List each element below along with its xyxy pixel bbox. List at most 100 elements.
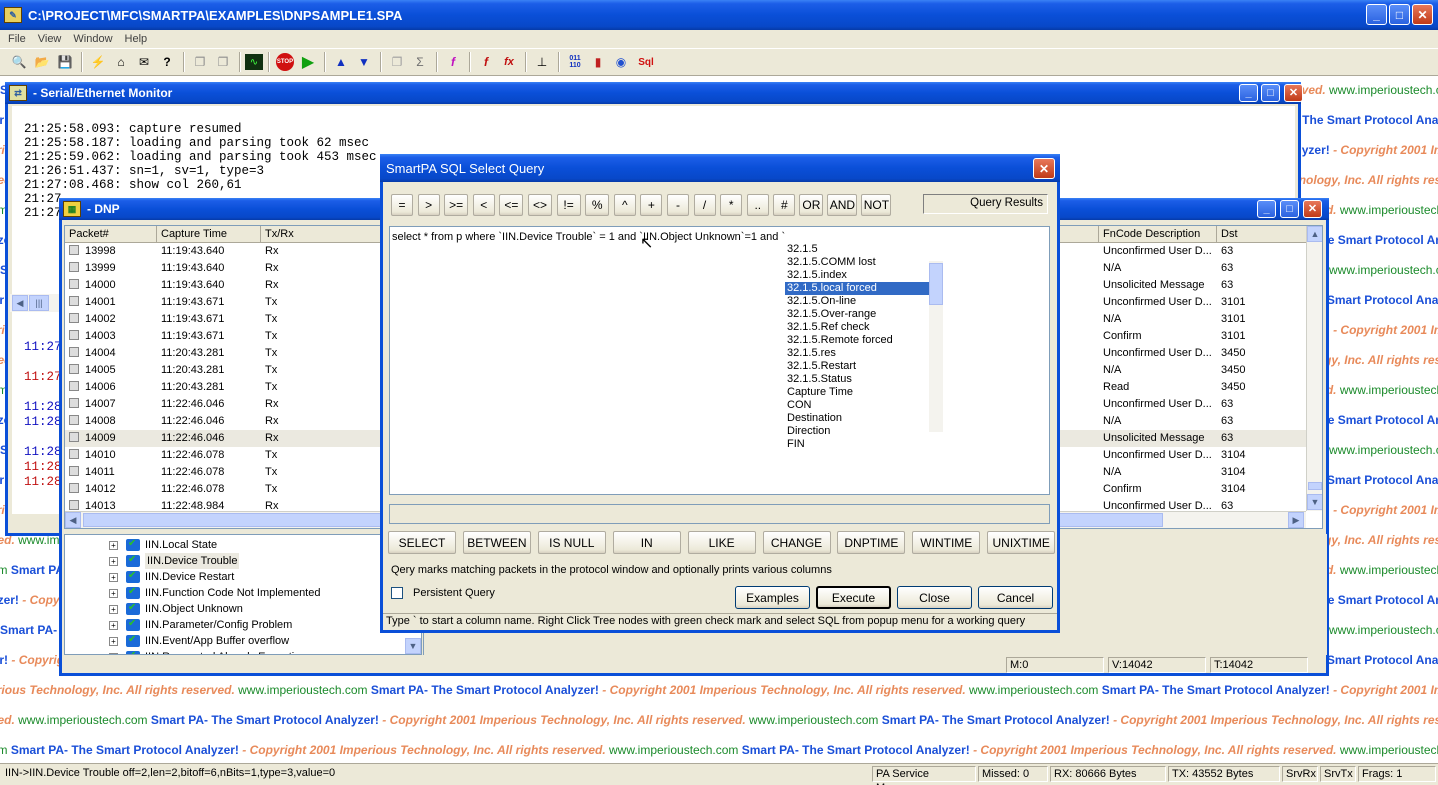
close-icon[interactable]: ✕ (1303, 200, 1322, 218)
eye-icon[interactable]: ◉ (610, 51, 632, 73)
open-folder-icon[interactable]: 📂 (31, 51, 53, 73)
keyword-button[interactable]: IN (612, 531, 681, 554)
maximize-icon[interactable]: □ (1261, 84, 1280, 102)
operator-button[interactable]: <= (499, 194, 524, 216)
tree-item[interactable]: + IIN.Parameter/Config Problem (65, 616, 421, 633)
stop-icon[interactable]: STOP (274, 51, 296, 73)
autocomplete-item[interactable]: 32.1.5.Restart (785, 360, 943, 373)
save-icon[interactable]: 💾 (54, 51, 76, 73)
app-title-bar[interactable]: ✎ C:\PROJECT\MFC\SMARTPA\EXAMPLES\DNPSAM… (0, 0, 1438, 30)
paste-window-icon[interactable]: ❐ (212, 51, 234, 73)
operator-button[interactable]: / (693, 194, 716, 216)
autocomplete-item[interactable]: CON (785, 399, 943, 412)
keyword-button[interactable]: DNPTIME (837, 531, 906, 554)
waveform-icon[interactable]: ∿ (245, 54, 263, 70)
autocomplete-item[interactable]: 32.1.5.Status (785, 373, 943, 386)
menu-file[interactable]: File (8, 33, 26, 45)
expand-icon[interactable]: + (109, 636, 118, 646)
menu-window[interactable]: Window (73, 33, 112, 45)
dialog-close-icon[interactable]: ✕ (1033, 158, 1055, 179)
sum-icon[interactable]: Σ (409, 51, 431, 73)
binary-icon[interactable]: 011 110 (564, 51, 586, 73)
help-icon[interactable]: ? (156, 51, 178, 73)
function-f-icon[interactable]: f (475, 51, 497, 73)
sql-icon[interactable]: Sql (633, 51, 659, 73)
operator-button[interactable]: # (773, 194, 796, 216)
minimize-icon[interactable]: _ (1257, 200, 1276, 218)
play-icon[interactable]: ▶ (297, 51, 319, 73)
keyword-button[interactable]: IS NULL (537, 531, 606, 554)
keyword-button[interactable]: BETWEEN (462, 531, 531, 554)
tree-item[interactable]: + IIN.Object Unknown (65, 600, 421, 617)
operator-button[interactable]: = (391, 194, 413, 216)
menu-view[interactable]: View (38, 33, 62, 45)
autocomplete-item[interactable]: 32.1.5.COMM lost (785, 256, 943, 269)
keyword-button[interactable]: LIKE (687, 531, 756, 554)
cancel-button[interactable]: Cancel (978, 586, 1053, 609)
copy-window-icon[interactable]: ❐ (189, 51, 211, 73)
table-vscroll[interactable]: ▲ ▼ (1306, 226, 1322, 511)
keyword-button[interactable]: SELECT (388, 531, 456, 554)
operator-button[interactable]: ^ (613, 194, 636, 216)
operator-button[interactable]: .. (746, 194, 769, 216)
expand-icon[interactable]: + (109, 556, 118, 566)
examples-button[interactable]: Examples (735, 586, 810, 609)
dialog-title-bar[interactable]: SmartPA SQL Select Query ✕ (380, 154, 1060, 182)
autocomplete-item[interactable]: 32.1.5.local forced (785, 282, 943, 295)
scroll-left-icon[interactable]: ◀ (65, 512, 81, 528)
autocomplete-item[interactable]: 32.1.5.On-line (785, 295, 943, 308)
home-icon[interactable]: ⌂ (110, 51, 132, 73)
operator-button[interactable]: != (556, 194, 581, 216)
autocomplete-item[interactable]: Destination (785, 412, 943, 425)
persistent-query-option[interactable]: Persistent Query (391, 587, 495, 599)
autocomplete-item[interactable]: 32.1.5 (785, 243, 943, 256)
minimize-icon[interactable]: _ (1239, 84, 1258, 102)
col-fncode-header[interactable]: FnCode Description (1099, 226, 1217, 242)
query-editor[interactable]: select * from p where `IIN.Device Troubl… (389, 226, 1050, 495)
tree-item[interactable]: + IIN.Device Trouble (65, 552, 421, 569)
autocomplete-item[interactable]: 32.1.5.Remote forced (785, 334, 943, 347)
col-txrx-header[interactable]: Tx/Rx (261, 226, 381, 242)
bar-chart-icon[interactable]: ▮ (587, 51, 609, 73)
execute-button[interactable]: Execute (816, 586, 891, 609)
autocomplete-item[interactable]: FIN (785, 438, 943, 450)
menu-help[interactable]: Help (125, 33, 148, 45)
operator-button[interactable]: % (585, 194, 610, 216)
persistent-query-checkbox[interactable] (391, 587, 403, 599)
operator-button[interactable]: >= (444, 194, 469, 216)
scroll-down-icon[interactable]: ▼ (1307, 494, 1322, 510)
col-dst-header[interactable]: Dst (1217, 226, 1309, 242)
autocomplete-item[interactable]: Direction (785, 425, 943, 438)
autocomplete-scrollbar[interactable] (929, 261, 943, 432)
expand-icon[interactable]: + (109, 588, 118, 598)
antenna-icon[interactable]: ⊥ (531, 51, 553, 73)
operator-button[interactable]: < (472, 194, 495, 216)
minimize-icon[interactable]: _ (1366, 4, 1387, 25)
down-arrow-icon[interactable]: ▼ (353, 51, 375, 73)
scroll-right-icon[interactable]: ▶ (1288, 512, 1304, 528)
expand-icon[interactable]: + (109, 604, 118, 614)
close-icon[interactable]: ✕ (1284, 84, 1303, 102)
operator-button[interactable]: AND (827, 194, 858, 216)
close-icon[interactable]: ✕ (1412, 4, 1433, 25)
expand-icon[interactable]: + (109, 652, 118, 654)
operator-button[interactable]: + (640, 194, 663, 216)
keyword-button[interactable]: CHANGE (762, 531, 831, 554)
scroll-up-icon[interactable]: ▲ (1307, 226, 1322, 242)
close-button[interactable]: Close (897, 586, 972, 609)
operator-button[interactable]: > (417, 194, 440, 216)
maximize-icon[interactable]: □ (1280, 200, 1299, 218)
autocomplete-item[interactable]: 32.1.5.Over-range (785, 308, 943, 321)
function-icon[interactable]: f (442, 51, 464, 73)
scroll-thumb[interactable] (929, 263, 943, 305)
expand-icon[interactable]: + (109, 572, 118, 582)
up-arrow-icon[interactable]: ▲ (330, 51, 352, 73)
scroll-left-icon[interactable]: ◀ (12, 295, 28, 311)
find-icon[interactable]: 🔍 (8, 51, 30, 73)
column-autocomplete-list[interactable]: 32.1.5 32.1.5.COMM lost 32.1.5.index 32.1.5… (785, 243, 943, 450)
autocomplete-item[interactable]: Capture Time (785, 386, 943, 399)
operator-button[interactable]: OR (799, 194, 824, 216)
autocomplete-item[interactable]: 32.1.5.res (785, 347, 943, 360)
col-packet-header[interactable]: Packet# (65, 226, 157, 242)
mail-icon[interactable]: ✉ (133, 51, 155, 73)
